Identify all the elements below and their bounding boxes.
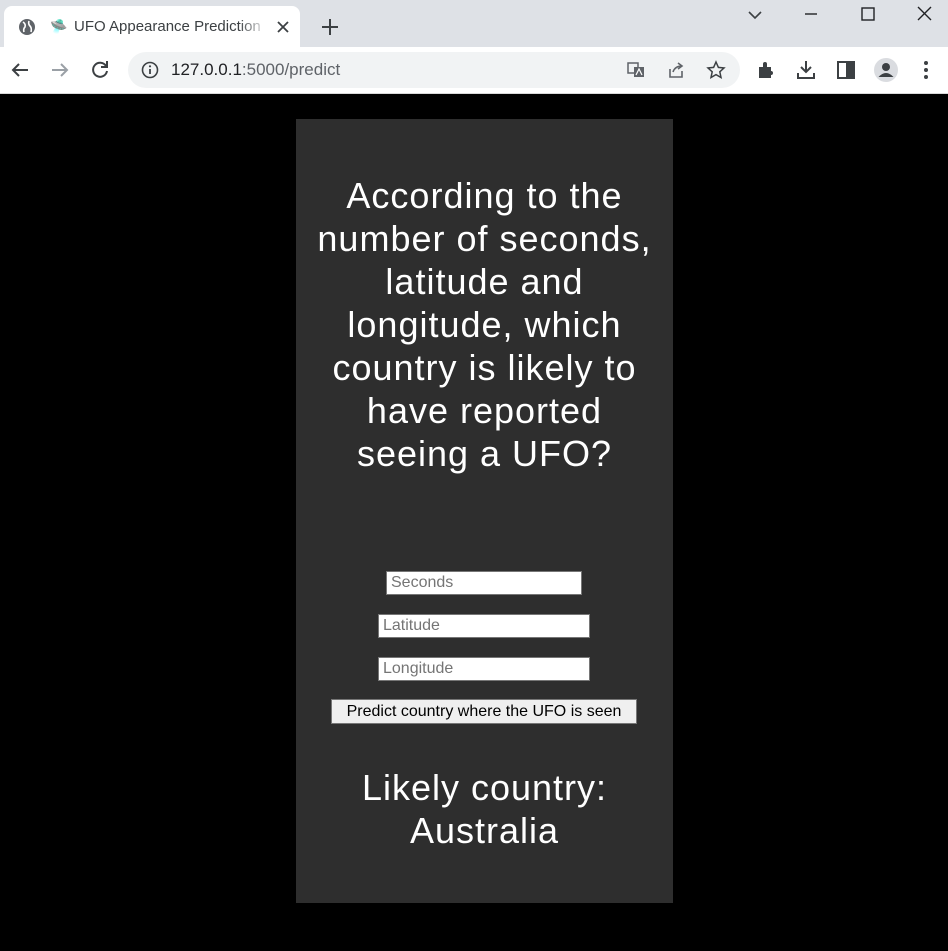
longitude-input[interactable] <box>378 657 590 681</box>
predict-button[interactable]: Predict country where the UFO is seen <box>331 699 637 724</box>
forward-icon[interactable] <box>48 58 72 82</box>
address-bar[interactable]: 127.0.0.1:5000/predict <box>128 52 740 88</box>
url-path: :5000/predict <box>241 60 341 79</box>
window-close-icon[interactable] <box>914 4 936 26</box>
tab-strip: 🛸 UFO Appearance Prediction <box>0 0 948 47</box>
prediction-result: Likely country: Australia <box>361 767 608 851</box>
site-info-icon[interactable] <box>140 60 160 80</box>
url-host: 127.0.0.1 <box>171 60 242 79</box>
globe-icon <box>19 19 35 35</box>
reload-icon[interactable] <box>88 58 112 82</box>
share-icon[interactable] <box>666 60 686 80</box>
latitude-input[interactable] <box>378 614 590 638</box>
back-icon[interactable] <box>8 58 32 82</box>
browser-tab[interactable]: 🛸 UFO Appearance Prediction <box>4 6 300 47</box>
page-heading: According to the number of seconds, lati… <box>317 175 652 474</box>
browser-toolbar: 127.0.0.1:5000/predict <box>0 47 948 94</box>
ufo-icon: 🛸 <box>50 18 68 34</box>
menu-kebab-icon[interactable] <box>914 58 938 82</box>
tab-title: UFO Appearance Prediction <box>74 18 261 35</box>
prediction-card: According to the number of seconds, lati… <box>296 119 673 903</box>
minimize-icon[interactable] <box>800 4 822 26</box>
seconds-input[interactable] <box>386 571 582 595</box>
extensions-puzzle-icon[interactable] <box>754 58 778 82</box>
profile-avatar-icon[interactable] <box>874 58 898 82</box>
translate-icon[interactable] <box>626 60 646 80</box>
tab-search-chevron-icon[interactable] <box>744 4 766 26</box>
side-panel-icon[interactable] <box>834 58 858 82</box>
maximize-icon[interactable] <box>857 4 879 26</box>
close-tab-icon[interactable] <box>274 18 292 36</box>
url-text[interactable]: 127.0.0.1:5000/predict <box>171 60 340 80</box>
page-viewport: According to the number of seconds, lati… <box>0 94 948 951</box>
bookmark-star-icon[interactable] <box>706 60 726 80</box>
download-icon[interactable] <box>794 58 818 82</box>
new-tab-icon[interactable] <box>318 15 342 39</box>
